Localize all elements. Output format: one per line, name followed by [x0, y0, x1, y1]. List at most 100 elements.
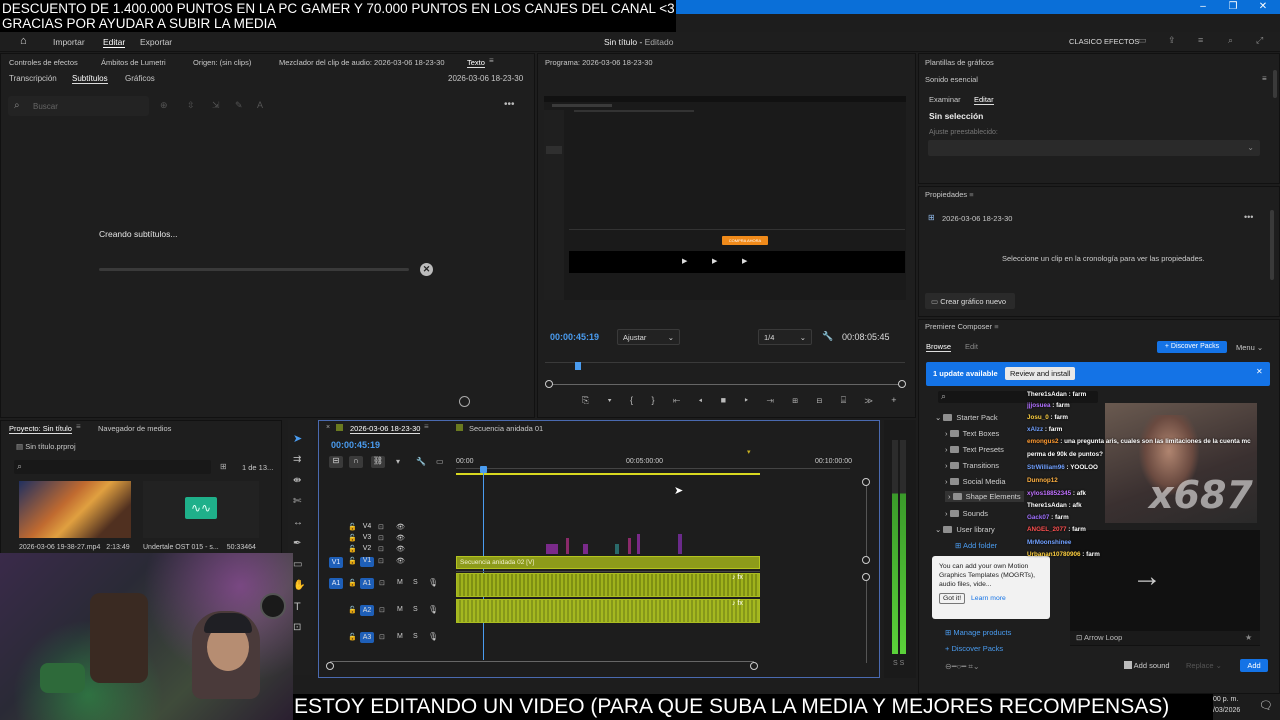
razor-icon[interactable]: ✄	[293, 496, 301, 507]
clip-v2-a[interactable]	[546, 544, 558, 554]
graphics-scrollbar[interactable]	[1273, 70, 1277, 98]
program-playhead[interactable]	[575, 362, 581, 370]
solo-button[interactable]: S	[413, 579, 418, 586]
ripple-edit-icon[interactable]: ⇼	[293, 475, 301, 486]
mic-icon[interactable]: 🎙	[428, 578, 438, 587]
thumb-video[interactable]	[19, 481, 131, 538]
close-tab-icon[interactable]: ×	[326, 424, 330, 431]
replace-button[interactable]: Replace ⌄	[1186, 661, 1222, 670]
rectangle-icon[interactable]: ▭	[293, 559, 302, 570]
tree-social-media[interactable]: › Social Media	[945, 477, 1006, 486]
item-audio[interactable]: Undertale OST 015 - s... 50:33464	[143, 544, 256, 551]
search-input[interactable]: Buscar	[33, 102, 58, 111]
marker-icon[interactable]: ▾	[396, 457, 400, 466]
audio-vscroll-top[interactable]	[862, 573, 870, 581]
bin-icon[interactable]: ⊞	[220, 462, 227, 471]
translate-icon[interactable]: A	[257, 100, 263, 110]
tree-sounds[interactable]: › Sounds	[945, 509, 988, 518]
project-menu-icon[interactable]: ≡	[76, 422, 81, 431]
sync-icon[interactable]: ⊡	[379, 579, 385, 587]
mic-icon[interactable]: 🎙	[428, 605, 438, 614]
edit-icon[interactable]: ✎	[235, 100, 243, 111]
timeline-timecode[interactable]: 00:00:45:19	[331, 440, 380, 450]
tab-editar[interactable]: Editar	[974, 95, 994, 105]
fit-dropdown[interactable]: Ajustar ⌄	[617, 329, 680, 345]
track-label[interactable]: A1	[360, 578, 374, 589]
lock-icon[interactable]: 🔓	[348, 557, 357, 565]
scroll-start-handle[interactable]	[545, 380, 553, 388]
more-options-icon[interactable]: •••	[504, 99, 515, 110]
add-button[interactable]: Add	[1240, 659, 1268, 672]
eye-icon[interactable]: 👁	[396, 534, 405, 542]
timeline-vscroll[interactable]	[866, 486, 867, 556]
subtab-subtitulos[interactable]: Subtítulos	[72, 74, 108, 84]
tree-user-library[interactable]: ⌄ User library	[935, 525, 995, 534]
solo-button[interactable]: S	[413, 606, 418, 613]
eye-icon[interactable]: 👁	[396, 557, 405, 565]
track-label[interactable]: V1	[360, 557, 374, 567]
tab-source[interactable]: Origen: (sin clips)	[193, 58, 251, 67]
create-graphic-button[interactable]: ▭ Crear gráfico nuevo	[925, 293, 1015, 309]
add-caption-icon[interactable]: ⊕	[160, 100, 168, 111]
menu-editar[interactable]: Editar	[103, 37, 126, 48]
discover-packs-link[interactable]: + Discover Packs	[945, 644, 1003, 653]
timeline-wrench-icon[interactable]: 🔧	[416, 457, 426, 466]
lock-icon[interactable]: 🔓	[348, 545, 357, 553]
sync-icon[interactable]: ⊡	[378, 557, 384, 565]
sync-icon[interactable]: ⊡	[379, 606, 385, 614]
hand-icon[interactable]: ✋	[293, 580, 305, 591]
tree-transitions[interactable]: › Transitions	[945, 461, 999, 470]
track-label[interactable]: V4	[360, 523, 374, 533]
snap-icon[interactable]: ∩	[349, 456, 363, 468]
project-search[interactable]: ⌕	[14, 460, 211, 474]
timeline-scroll-end[interactable]	[750, 662, 758, 670]
scroll-end-handle[interactable]	[898, 380, 906, 388]
nested-sequence-clip[interactable]: Secuencia anidada 02 [V]	[456, 556, 760, 569]
lock-icon[interactable]: 🔓	[348, 633, 357, 641]
tree-shape-elements[interactable]: › Shape Elements	[945, 491, 1024, 502]
timeline-vscroll-top[interactable]	[862, 478, 870, 486]
audio-clip-a2[interactable]: ♪ fx	[456, 599, 760, 623]
timeline-vscroll-bottom[interactable]	[862, 556, 870, 564]
fullscreen-icon[interactable]: ⤢	[1256, 35, 1263, 46]
dismiss-update-icon[interactable]: ✕	[1256, 367, 1263, 376]
sync-icon[interactable]: ⊡	[378, 523, 384, 531]
tab-lumetri[interactable]: Ámbitos de Lumetri	[101, 58, 166, 67]
properties-more-icon[interactable]: •••	[1244, 212, 1253, 222]
restore-button[interactable]: ❐	[1218, 0, 1248, 14]
mute-button[interactable]: M	[397, 579, 403, 586]
lock-icon[interactable]: 🔓	[348, 579, 357, 587]
notification-icon[interactable]: 🗨	[1259, 699, 1273, 712]
sync-icon[interactable]: ⊡	[378, 534, 384, 542]
composer-menu[interactable]: Menu ⌄	[1236, 343, 1263, 352]
lock-icon[interactable]: 🔓	[348, 534, 357, 542]
lock-icon[interactable]: 🔓	[348, 523, 357, 531]
minimize-button[interactable]: –	[1188, 0, 1218, 14]
search-box[interactable]: ⌕ Buscar	[8, 96, 149, 116]
mute-button[interactable]: M	[397, 606, 403, 613]
type-tool-icon[interactable]: T	[294, 601, 301, 613]
sync-icon[interactable]: ⊡	[378, 545, 384, 553]
tab-sequence[interactable]: 2026-03-06 18-23-30	[350, 424, 421, 434]
tooltip-learn-more-link[interactable]: Learn more	[971, 595, 1006, 602]
source-patch-a1[interactable]: A1	[329, 578, 343, 589]
tooltip-got-it-button[interactable]: Got it!	[939, 593, 966, 604]
preset-dropdown[interactable]: ⌄	[928, 140, 1260, 156]
clip-v2-b[interactable]	[583, 544, 588, 554]
eye-icon[interactable]: 👁	[396, 545, 405, 553]
eye-icon[interactable]: 👁	[396, 523, 405, 531]
subtab-transcripcion[interactable]: Transcripción	[9, 74, 57, 83]
track-label[interactable]: V2	[360, 545, 374, 555]
panel-icon[interactable]: ▭	[1138, 35, 1147, 46]
add-sound-checkbox[interactable]: Add sound	[1124, 661, 1170, 670]
source-patch-v1[interactable]: V1	[329, 557, 343, 568]
program-scrollbar[interactable]	[549, 384, 903, 385]
menu-exportar[interactable]: Exportar	[140, 37, 172, 47]
composer-zoom-slider[interactable]: ⊖━○━ ⌗⌄	[945, 662, 980, 672]
clip-v3-a[interactable]	[566, 538, 569, 554]
timeline-menu-icon[interactable]: ≡	[424, 422, 429, 431]
review-install-button[interactable]: Review and install	[1005, 367, 1076, 380]
timeline-scrollbar[interactable]	[330, 661, 754, 662]
clip-v3-d[interactable]	[678, 534, 682, 554]
caption-tool-icon[interactable]: ⊡	[293, 622, 301, 633]
